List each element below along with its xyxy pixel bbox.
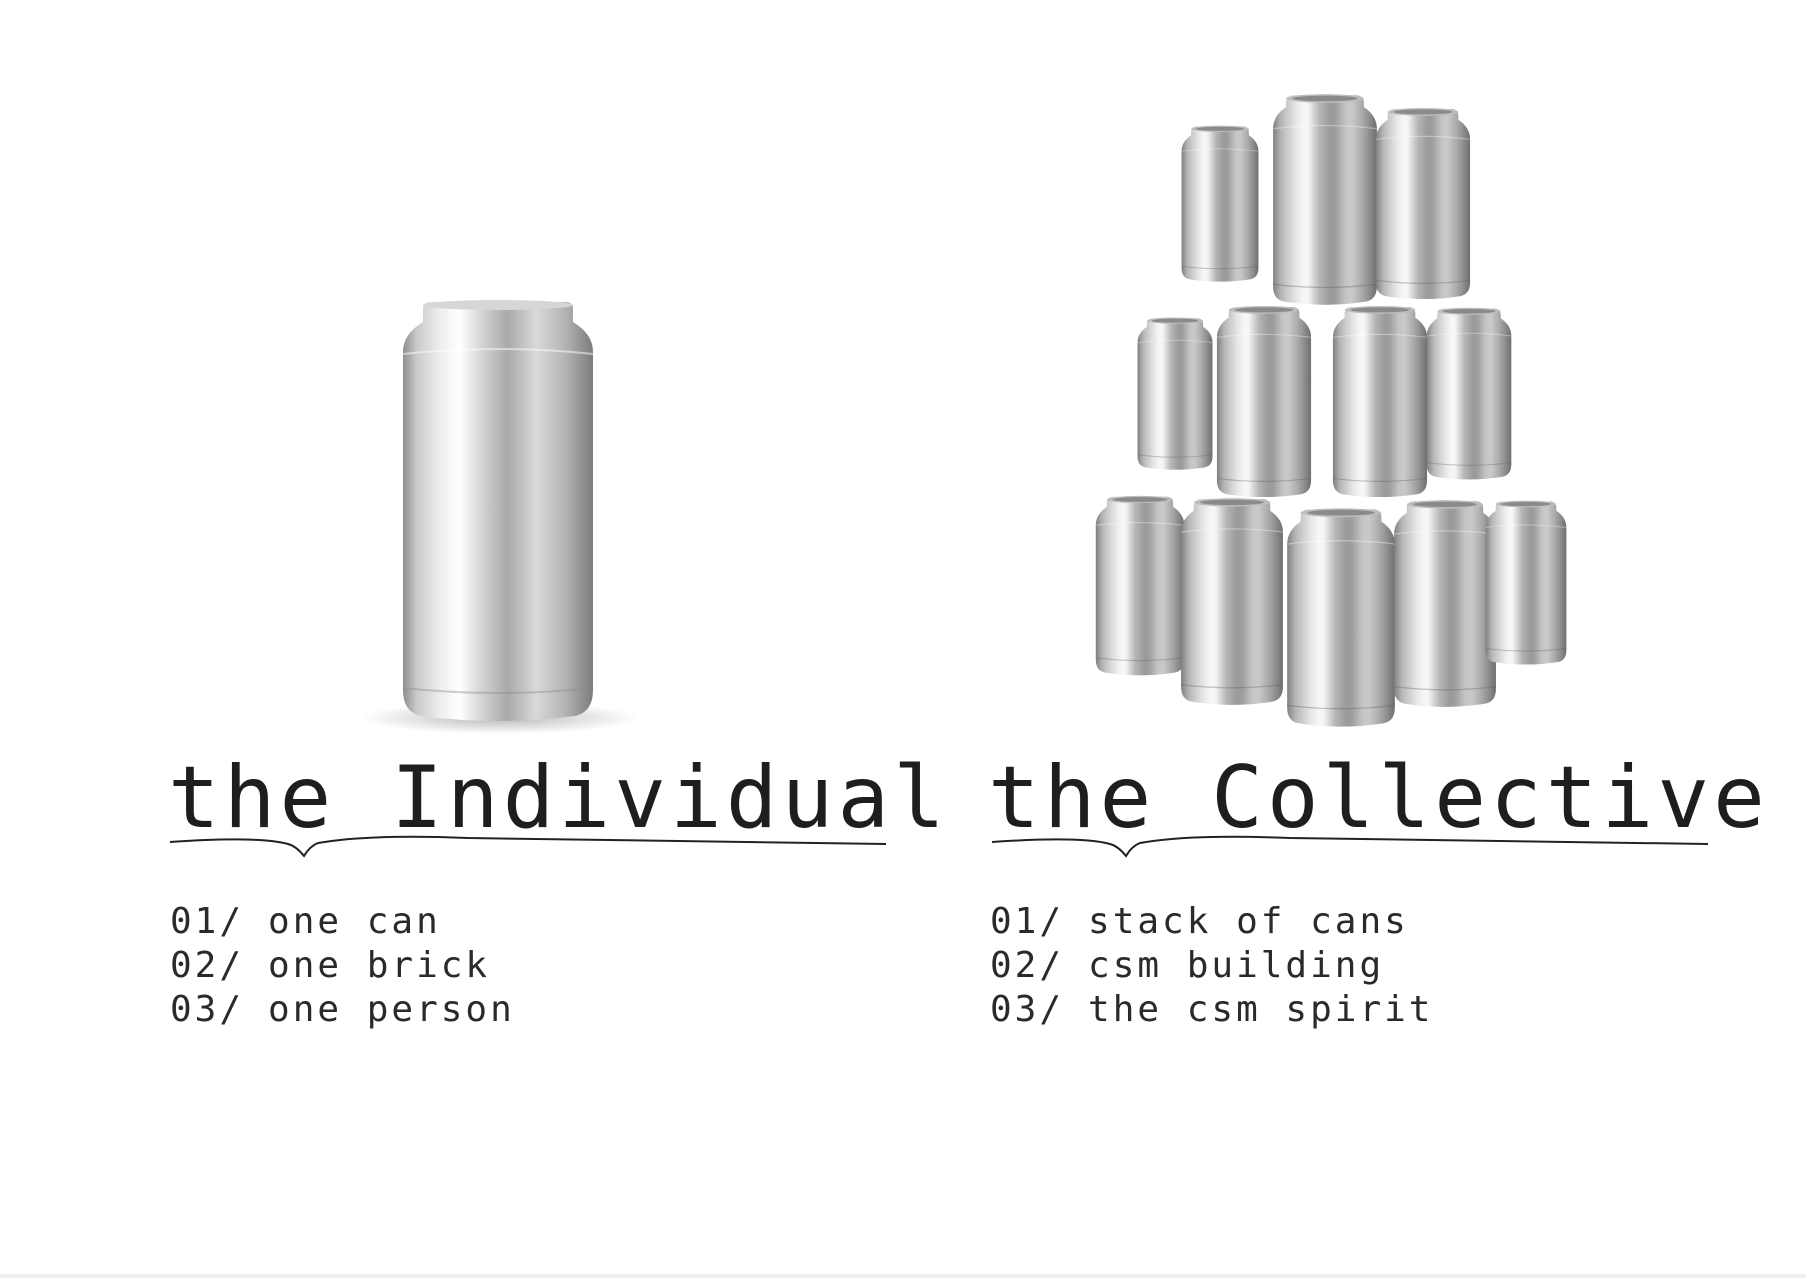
- list-item: 02/csm building: [990, 944, 1433, 988]
- individual-title: the Individual: [168, 748, 949, 848]
- individual-list: 01/one can 02/one brick 03/one person: [170, 900, 515, 1032]
- list-item: 02/one brick: [170, 944, 515, 988]
- list-item: 03/the csm spirit: [990, 988, 1433, 1032]
- list-item: 03/one person: [170, 988, 515, 1032]
- list-item-text: the csm spirit: [1088, 989, 1434, 1030]
- collective-list: 01/stack of cans 02/csm building 03/the …: [990, 900, 1433, 1032]
- list-item-number: 01/: [170, 901, 245, 942]
- individual-underline-brace: [169, 835, 887, 858]
- list-item: 01/stack of cans: [990, 900, 1433, 944]
- list-item-text: csm building: [1088, 945, 1385, 986]
- collective-underline-brace: [991, 835, 1709, 858]
- collective-panel: the Collective 01/stack of cans 02/csm b…: [900, 0, 1806, 1278]
- list-item-text: one person: [268, 989, 515, 1030]
- individual-panel: the Individual 01/one can 02/one brick 0…: [0, 0, 945, 1278]
- list-item-text: stack of cans: [1088, 901, 1409, 942]
- list-item-text: one can: [268, 901, 441, 942]
- page-bottom-edge: [0, 1274, 1806, 1278]
- list-item-number: 02/: [990, 945, 1065, 986]
- stacked-cans-image: [1095, 93, 1567, 728]
- list-item-number: 03/: [170, 989, 245, 1030]
- collective-title: the Collective: [988, 748, 1769, 848]
- list-item: 01/one can: [170, 900, 515, 944]
- list-item-number: 03/: [990, 989, 1065, 1030]
- list-item-number: 01/: [990, 901, 1065, 942]
- list-item-number: 02/: [170, 945, 245, 986]
- list-item-text: one brick: [268, 945, 491, 986]
- single-can-image: [360, 300, 640, 734]
